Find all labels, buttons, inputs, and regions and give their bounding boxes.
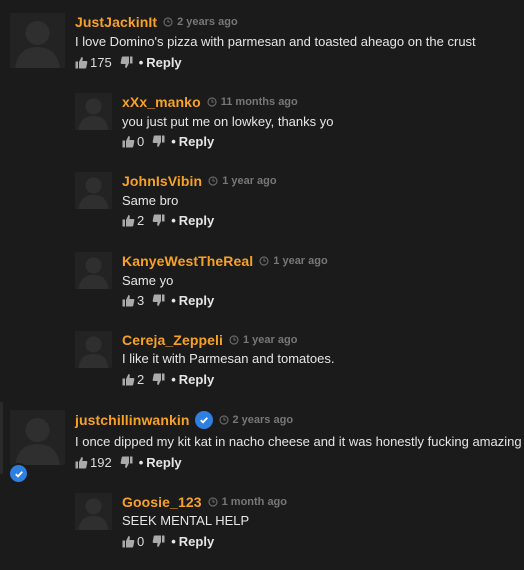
thumbs-up-icon[interactable] [122,214,135,227]
username[interactable]: JohnIsVibin [122,173,202,189]
thumbs-down-icon[interactable] [152,214,165,227]
thumbs-up-icon[interactable] [122,135,135,148]
timestamp: 2 years ago [177,16,238,28]
avatar[interactable] [10,410,65,465]
username[interactable]: justchillinwankin [75,412,190,428]
like-count: 2 [137,371,145,387]
separator-dot: • [171,533,176,549]
thumbs-down-icon[interactable] [120,456,133,469]
reply-button[interactable]: Reply [179,213,214,228]
comment-thread-marker [0,402,3,474]
username[interactable]: Goosie_123 [122,494,202,510]
avatar[interactable] [10,13,65,68]
reply-button[interactable]: Reply [179,372,214,387]
thumbs-up-icon[interactable] [122,373,135,386]
comment-text: SEEK MENTAL HELP [122,513,250,528]
reply-button[interactable]: Reply [146,55,181,70]
timestamp: 1 year ago [222,175,277,187]
timestamp: 1 year ago [243,334,298,346]
avatar[interactable] [75,93,112,130]
avatar[interactable] [75,493,112,530]
timestamp: 2 years ago [232,414,294,426]
thumbs-down-icon[interactable] [152,135,165,148]
checkmark-badge-icon [194,411,213,429]
username[interactable]: JustJackinIt [75,14,157,30]
username[interactable]: Cereja_Zeppeli [122,332,223,348]
thumbs-up-icon[interactable] [122,535,135,548]
separator-dot: • [138,54,144,70]
clock-icon [208,497,218,507]
separator-dot: • [171,292,176,308]
username[interactable]: KanyeWestTheReal [122,253,253,269]
thumbs-up-icon[interactable] [75,456,88,469]
clock-icon [218,415,229,425]
thumbs-up-icon[interactable] [122,294,135,307]
like-count: 0 [137,133,145,149]
thumbs-down-icon[interactable] [152,535,165,548]
reply-button[interactable]: Reply [179,293,214,308]
separator-dot: • [171,371,176,387]
comment-text: Same bro [122,193,179,208]
reply-button[interactable]: Reply [146,455,181,470]
timestamp: 1 month ago [221,496,287,508]
separator-dot: • [138,454,144,470]
comment-text: I love Domino's pizza with parmesan and … [75,34,476,49]
clock-icon [259,256,269,266]
clock-icon [208,176,218,186]
thumbs-up-icon[interactable] [75,56,88,69]
like-count: 0 [137,533,145,549]
avatar[interactable] [75,172,112,209]
clock-icon [163,17,173,27]
like-count: 2 [137,212,145,228]
like-count: 3 [137,292,145,308]
separator-dot: • [171,133,176,149]
like-count: 175 [90,54,112,70]
comment-text: I once dipped my kit kat in nacho cheese… [75,434,522,449]
like-count: 192 [90,454,112,470]
verified-badge-icon [8,463,29,484]
comment-text: Same yo [122,273,174,288]
timestamp: 1 year ago [273,255,328,267]
clock-icon [229,335,239,345]
comment-text: I like it with Parmesan and tomatoes. [122,351,335,366]
reply-button[interactable]: Reply [179,134,214,149]
username[interactable]: xXx_manko [122,94,201,110]
separator-dot: • [171,212,176,228]
reply-button[interactable]: Reply [179,534,214,549]
avatar[interactable] [75,331,112,368]
thumbs-down-icon[interactable] [120,56,133,69]
avatar[interactable] [75,252,112,289]
clock-icon [207,97,217,107]
comment-text: you just put me on lowkey, thanks yo [122,114,334,129]
thumbs-down-icon[interactable] [152,294,165,307]
timestamp: 11 months ago [220,96,298,108]
thumbs-down-icon[interactable] [152,373,165,386]
